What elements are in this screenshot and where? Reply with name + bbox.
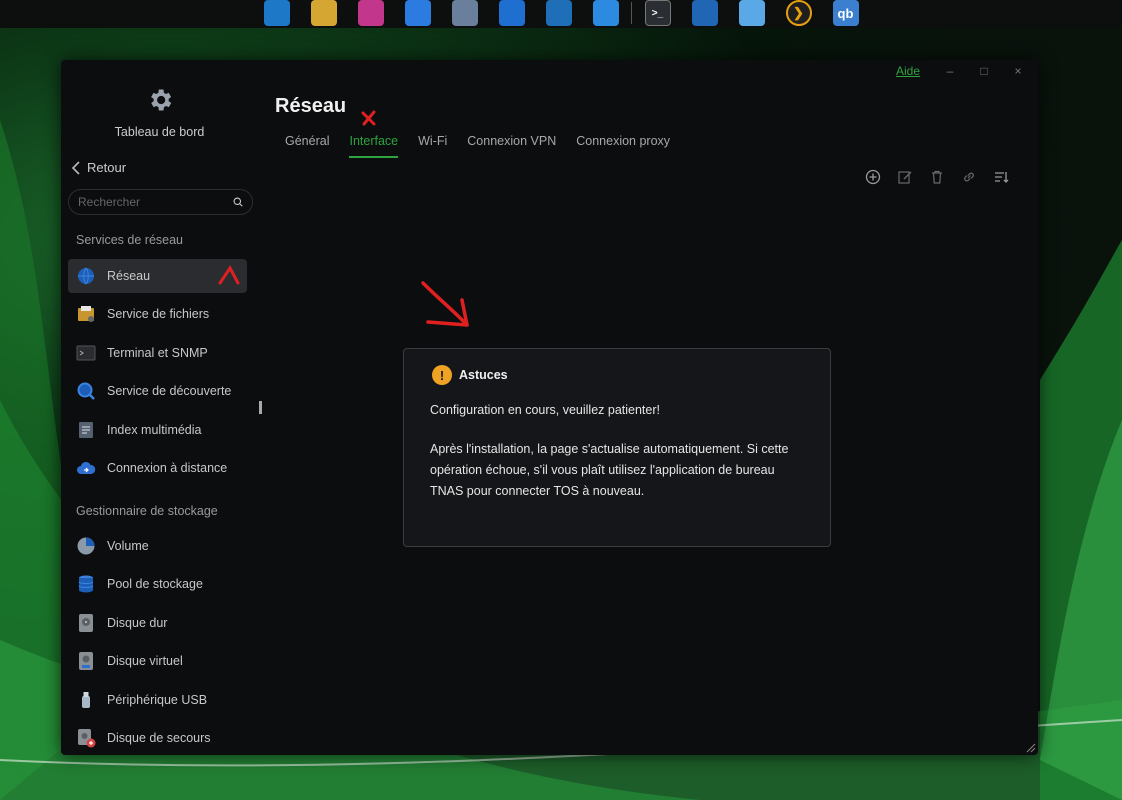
tips-title: Astuces [459,368,508,382]
tips-message-instructions: Après l'installation, la page s'actualis… [430,442,789,498]
tab-interface[interactable]: Interface [339,134,408,158]
sidebar: Tableau de bord Retour Services de résea… [61,60,262,755]
search-box [68,189,253,215]
qbittorrent-icon[interactable]: qb [832,0,859,26]
edit-icon[interactable] [896,168,914,186]
sidebar-item-connexion-a-distance[interactable]: Connexion à distance [68,451,247,485]
docker-icon[interactable] [545,0,572,26]
add-icon[interactable] [864,168,882,186]
sidebar-item-reseau[interactable]: Réseau [68,259,247,293]
sidebar-item-terminal-et-snmp[interactable]: Terminal et SNMP [68,336,247,370]
sidebar-item-disque-virtuel[interactable]: Disque virtuel [68,644,247,678]
sidebar-item-pool-de-stockage[interactable]: Pool de stockage [68,567,247,601]
gear-icon [150,89,171,111]
back-label: Retour [87,160,127,175]
resize-grip-icon[interactable] [1024,741,1036,753]
app-center-icon[interactable] [357,0,384,26]
spare-disk-icon [78,729,96,748]
tips-header: ! Astuces [432,365,804,385]
volume-pie-icon [77,537,95,555]
network-hub-icon[interactable] [691,0,718,26]
taskbar: >_ ❯ qb [0,0,1122,28]
sidebar-item-label: Volume [107,539,149,553]
tips-message-progress: Configuration en cours, veuillez patient… [430,403,660,417]
sidebar-item-label: Service de découverte [107,384,232,399]
plex-icon[interactable]: ❯ [785,0,812,26]
sidebar-item-label: Terminal et SNMP [107,345,208,360]
terminal-icon [76,345,96,361]
sidebar-item-label: Index multimédia [107,422,202,437]
terminal-icon[interactable]: >_ [644,0,671,26]
sidebar-item-label: Disque de secours [107,731,211,745]
storage-pool-icon [78,575,94,593]
usb-device-icon [82,691,90,708]
sidebar-item-peripherique-usb[interactable]: Périphérique USB [68,683,247,717]
sidebar-item-label: Périphérique USB [107,692,208,707]
settings-window: Aide – □ × Tableau de bord Retour Servic… [61,60,1038,755]
remote-cloud-icon [77,461,96,474]
app-grid-icon[interactable] [263,0,290,26]
section-network-services: Services de réseau [76,233,184,247]
sidebar-item-service-de-decouverte[interactable]: Service de découverte [68,374,247,408]
delete-icon[interactable] [928,168,946,186]
sidebar-item-label: Disque dur [107,615,168,630]
sidebar-item-label: Pool de stockage [107,577,203,592]
media-index-icon [79,421,93,438]
tips-dialog: ! Astuces Configuration en cours, veuill… [403,348,831,547]
main-panel: Réseau Général Interface Wi-Fi Connexion VP… [261,60,1038,755]
chevron-left-icon [71,160,80,175]
backup-clock-icon[interactable] [404,0,431,26]
sort-icon[interactable] [992,168,1010,186]
section-storage-manager: Gestionnaire de stockage [76,504,218,518]
hard-disk-icon [79,613,93,632]
cloud-sync-icon[interactable] [738,0,765,26]
tab-connexion-proxy[interactable]: Connexion proxy [566,134,680,158]
sidebar-item-disque-dur[interactable]: Disque dur [68,606,247,640]
sidebar-item-index-multimedia[interactable]: Index multimédia [68,413,247,447]
support-headset-icon[interactable] [592,0,619,26]
tab-bar: Général Interface Wi-Fi Connexion VPN Connex… [275,134,680,158]
file-manager-icon[interactable] [310,0,337,26]
search-icon[interactable] [233,195,243,209]
warning-icon: ! [432,365,452,385]
sidebar-item-label: Connexion à distance [107,461,228,475]
sidebar-item-volume[interactable]: Volume [68,529,247,563]
tab-wi-fi[interactable]: Wi-Fi [408,134,457,158]
sidebar-item-label: Service de fichiers [107,307,210,322]
globe-icon [78,267,94,285]
store-bag-icon[interactable] [498,0,525,26]
toolbar [864,168,1010,186]
taskbar-separator [631,2,632,24]
dashboard-label: Tableau de bord [114,125,205,139]
sidebar-item-service-de-fichiers[interactable]: Service de fichiers [68,297,247,331]
tab-general[interactable]: Général [275,134,339,158]
page-title: Réseau [275,95,347,117]
link-icon[interactable] [960,168,978,186]
file-service-icon [78,306,94,323]
search-input[interactable] [78,195,233,209]
dashboard-link[interactable]: Tableau de bord [61,86,258,139]
virtual-disk-icon [79,652,93,671]
tab-connexion-vpn[interactable]: Connexion VPN [457,134,566,158]
sidebar-item-disque-de-secours[interactable]: Disque de secours [68,721,247,755]
settings-gear-icon[interactable] [451,0,478,26]
back-button[interactable]: Retour [71,160,126,175]
sidebar-item-label: Réseau [107,269,151,283]
discovery-search-icon [77,382,95,401]
sidebar-item-label: Disque virtuel [107,654,183,669]
